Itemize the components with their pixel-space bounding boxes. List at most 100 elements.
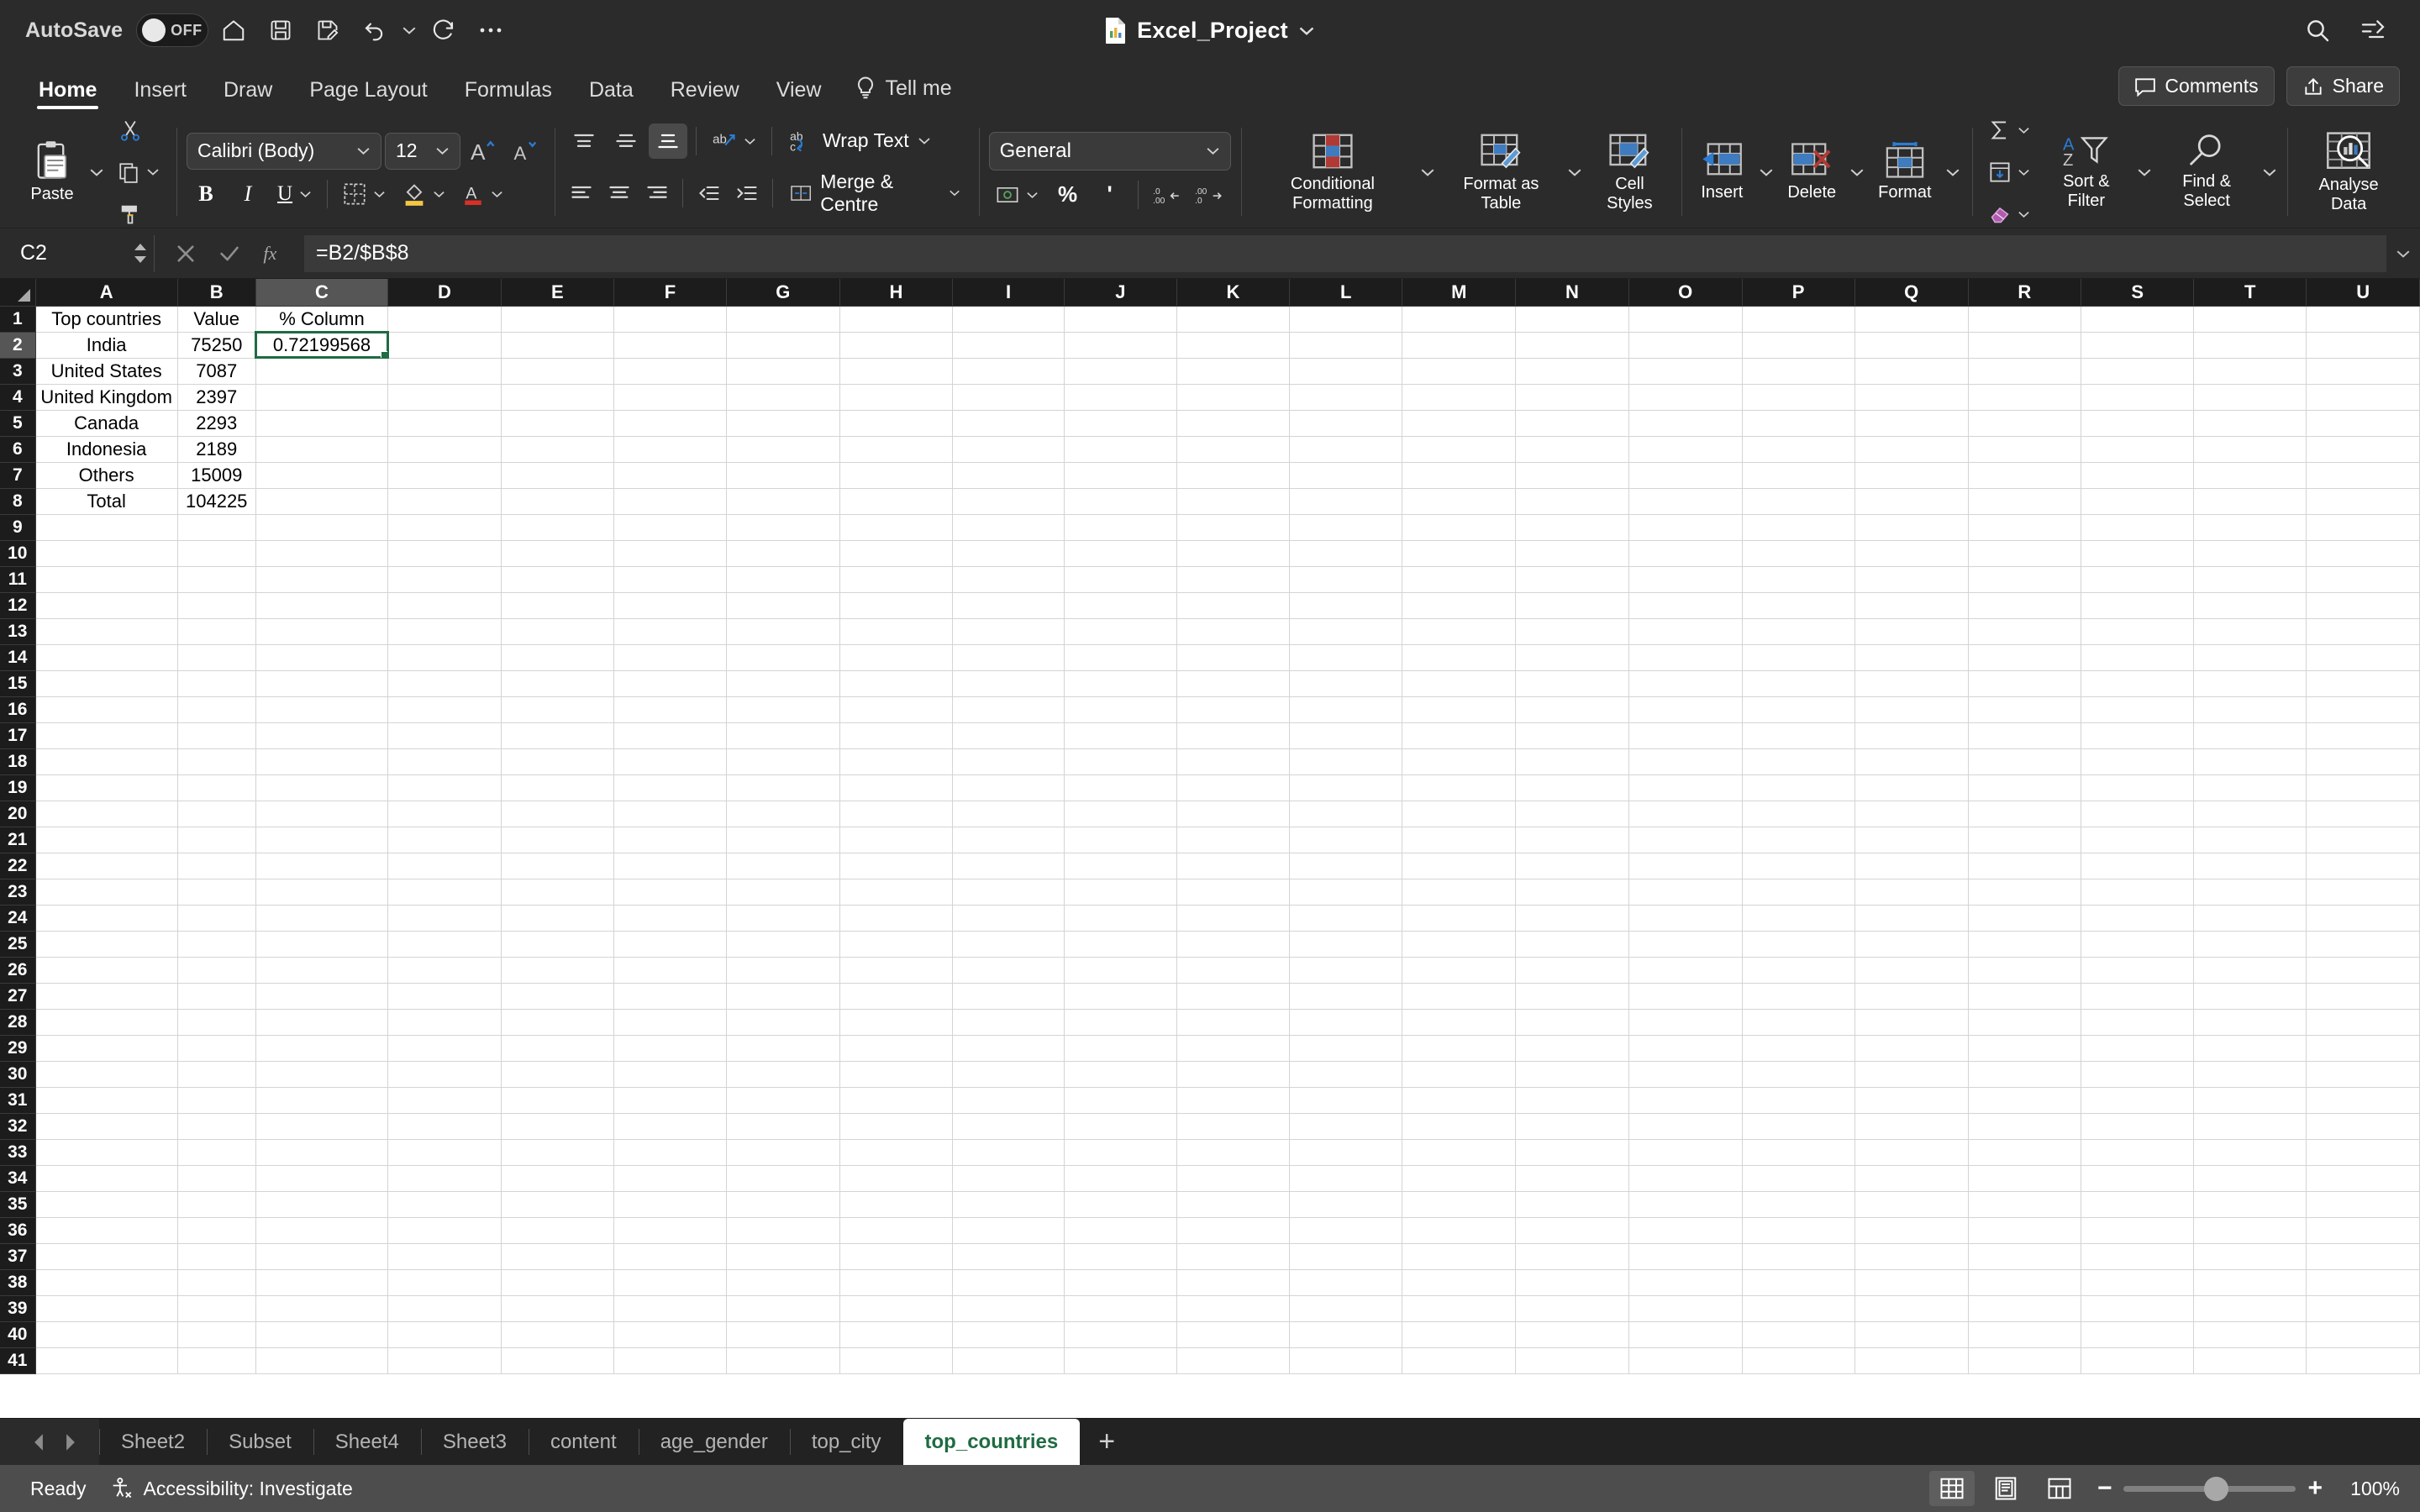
row-header-9[interactable]: 9 (0, 514, 36, 541)
cell-L1[interactable] (1289, 306, 1403, 333)
cell-I32[interactable] (952, 1113, 1065, 1140)
cell-K31[interactable] (1176, 1087, 1291, 1114)
wrap-text-button[interactable]: ab c Wrap Text (781, 123, 939, 159)
cell-T30[interactable] (2193, 1061, 2307, 1088)
cell-G22[interactable] (726, 853, 840, 879)
cell-T7[interactable] (2193, 462, 2307, 489)
cell-M21[interactable] (1402, 827, 1517, 853)
cell-F41[interactable] (613, 1347, 727, 1374)
cell-O5[interactable] (1628, 410, 1743, 437)
cell-M22[interactable] (1402, 853, 1517, 879)
cell-J36[interactable] (1064, 1217, 1177, 1244)
cell-H11[interactable] (839, 566, 954, 593)
cell-B24[interactable] (177, 905, 256, 932)
cell-Q11[interactable] (1854, 566, 1969, 593)
format-cells-chevron-down-icon[interactable] (1944, 150, 1962, 194)
cell-M28[interactable] (1402, 1009, 1517, 1036)
cell-G13[interactable] (726, 618, 840, 645)
cell-A13[interactable] (35, 618, 178, 645)
previous-sheet-arrow-icon[interactable] (24, 1419, 54, 1466)
cell-C34[interactable] (255, 1165, 389, 1192)
cell-S23[interactable] (2081, 879, 2195, 906)
sheet-tab-content[interactable]: content (528, 1419, 639, 1465)
cell-G12[interactable] (726, 592, 840, 619)
undo-dropdown-chevron-down-icon[interactable] (400, 8, 418, 52)
cell-I10[interactable] (952, 540, 1065, 567)
cell-H24[interactable] (839, 905, 954, 932)
cell-U10[interactable] (2306, 540, 2420, 567)
cell-T29[interactable] (2193, 1035, 2307, 1062)
cell-R10[interactable] (1968, 540, 2082, 567)
cell-A27[interactable] (35, 983, 178, 1010)
cell-F40[interactable] (613, 1321, 727, 1348)
cell-S36[interactable] (2081, 1217, 2195, 1244)
cell-R20[interactable] (1968, 801, 2082, 827)
sheet-tab-Sheet4[interactable]: Sheet4 (313, 1419, 421, 1465)
comments-button[interactable]: Comments (2118, 66, 2275, 106)
cell-O28[interactable] (1628, 1009, 1743, 1036)
cell-P29[interactable] (1742, 1035, 1855, 1062)
cell-N6[interactable] (1515, 436, 1629, 463)
cell-Q7[interactable] (1854, 462, 1969, 489)
cell-N22[interactable] (1515, 853, 1629, 879)
cell-B34[interactable] (177, 1165, 256, 1192)
document-title-button[interactable]: Excel_Project (1105, 17, 1315, 44)
cell-P16[interactable] (1742, 696, 1855, 723)
cell-C8[interactable] (255, 488, 389, 515)
cell-L21[interactable] (1289, 827, 1403, 853)
format-as-table-chevron-down-icon[interactable] (1566, 150, 1583, 194)
cell-L12[interactable] (1289, 592, 1403, 619)
cell-C12[interactable] (255, 592, 389, 619)
cell-U38[interactable] (2306, 1269, 2420, 1296)
cell-P38[interactable] (1742, 1269, 1855, 1296)
cell-N10[interactable] (1515, 540, 1629, 567)
spreadsheet-grid[interactable]: A B C D E F G H I J K L M N O P Q R S T U 1 Top countries Value… (0, 279, 2420, 1418)
orientation-button[interactable]: ab (705, 123, 763, 159)
cell-R17[interactable] (1968, 722, 2082, 749)
cell-U12[interactable] (2306, 592, 2420, 619)
cell-B21[interactable] (177, 827, 256, 853)
cell-H3[interactable] (839, 358, 954, 385)
cell-S32[interactable] (2081, 1113, 2195, 1140)
cell-R14[interactable] (1968, 644, 2082, 671)
percent-style-button[interactable]: % (1049, 177, 1087, 213)
cell-T22[interactable] (2193, 853, 2307, 879)
cell-I36[interactable] (952, 1217, 1065, 1244)
cell-P31[interactable] (1742, 1087, 1855, 1114)
cell-N30[interactable] (1515, 1061, 1629, 1088)
cell-F18[interactable] (613, 748, 727, 775)
cell-K27[interactable] (1176, 983, 1291, 1010)
cell-E38[interactable] (501, 1269, 614, 1296)
cell-J23[interactable] (1064, 879, 1177, 906)
undo-icon[interactable] (353, 8, 397, 52)
cell-B20[interactable] (177, 801, 256, 827)
cell-K35[interactable] (1176, 1191, 1291, 1218)
cell-E14[interactable] (501, 644, 614, 671)
cell-S38[interactable] (2081, 1269, 2195, 1296)
cell-S31[interactable] (2081, 1087, 2195, 1114)
cell-N24[interactable] (1515, 905, 1629, 932)
cell-P15[interactable] (1742, 670, 1855, 697)
name-box-spinner[interactable] (134, 243, 154, 264)
cell-B31[interactable] (177, 1087, 256, 1114)
cell-S3[interactable] (2081, 358, 2195, 385)
cell-U14[interactable] (2306, 644, 2420, 671)
cell-U30[interactable] (2306, 1061, 2420, 1088)
cell-P8[interactable] (1742, 488, 1855, 515)
cell-E17[interactable] (501, 722, 614, 749)
cell-L17[interactable] (1289, 722, 1403, 749)
cell-K32[interactable] (1176, 1113, 1291, 1140)
cell-D8[interactable] (387, 488, 502, 515)
align-top-icon[interactable] (565, 123, 603, 159)
cell-R26[interactable] (1968, 957, 2082, 984)
row-header-29[interactable]: 29 (0, 1035, 36, 1062)
font-name-select[interactable]: Calibri (Body) (187, 132, 381, 170)
cell-G16[interactable] (726, 696, 840, 723)
cell-J11[interactable] (1064, 566, 1177, 593)
cell-T34[interactable] (2193, 1165, 2307, 1192)
cell-R37[interactable] (1968, 1243, 2082, 1270)
cell-C31[interactable] (255, 1087, 389, 1114)
cell-R27[interactable] (1968, 983, 2082, 1010)
cell-D35[interactable] (387, 1191, 502, 1218)
cell-A41[interactable] (35, 1347, 178, 1374)
